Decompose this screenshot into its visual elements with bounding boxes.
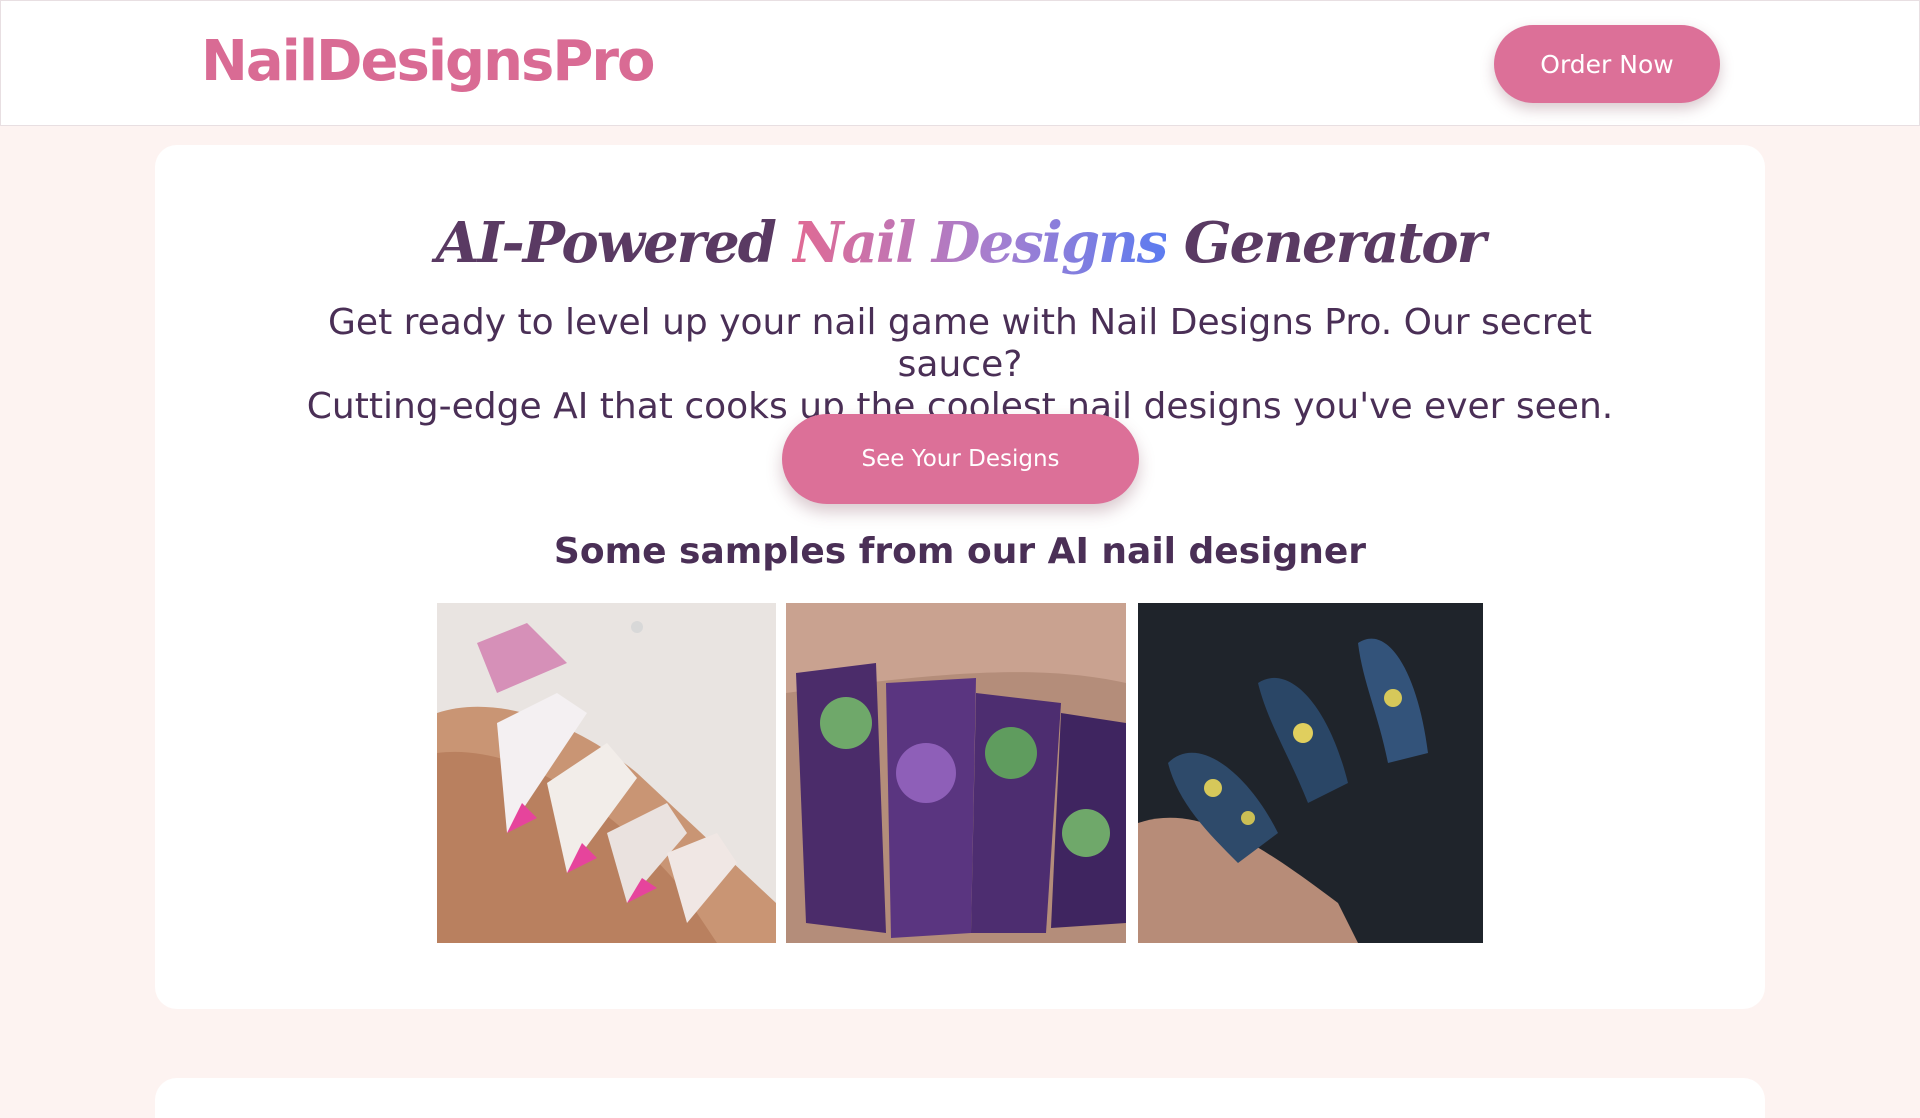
order-now-button[interactable]: Order Now <box>1494 25 1720 103</box>
next-section-card <box>155 1078 1765 1118</box>
see-your-designs-button[interactable]: See Your Designs <box>782 414 1139 504</box>
site-header: NailDesignsPro Order Now <box>0 0 1920 126</box>
hero-title-suffix: Generator <box>1183 210 1486 276</box>
hero-title-prefix: AI-Powered <box>435 210 777 276</box>
sample-image-starry-night-nails <box>1138 603 1483 943</box>
hero-description-line-1: Get ready to level up your nail game wit… <box>328 302 1592 385</box>
sample-image-pop-art-nails <box>437 603 776 943</box>
hero-title-highlight: Nail Designs <box>792 210 1168 276</box>
site-logo[interactable]: NailDesignsPro <box>201 29 655 94</box>
sample-image-purple-floral-nails <box>786 603 1126 943</box>
samples-heading: Some samples from our AI nail designer <box>553 531 1367 572</box>
hero-description: Get ready to level up your nail game wit… <box>260 302 1660 428</box>
hero-title: AI-Powered Nail Designs Generator <box>0 210 1920 276</box>
